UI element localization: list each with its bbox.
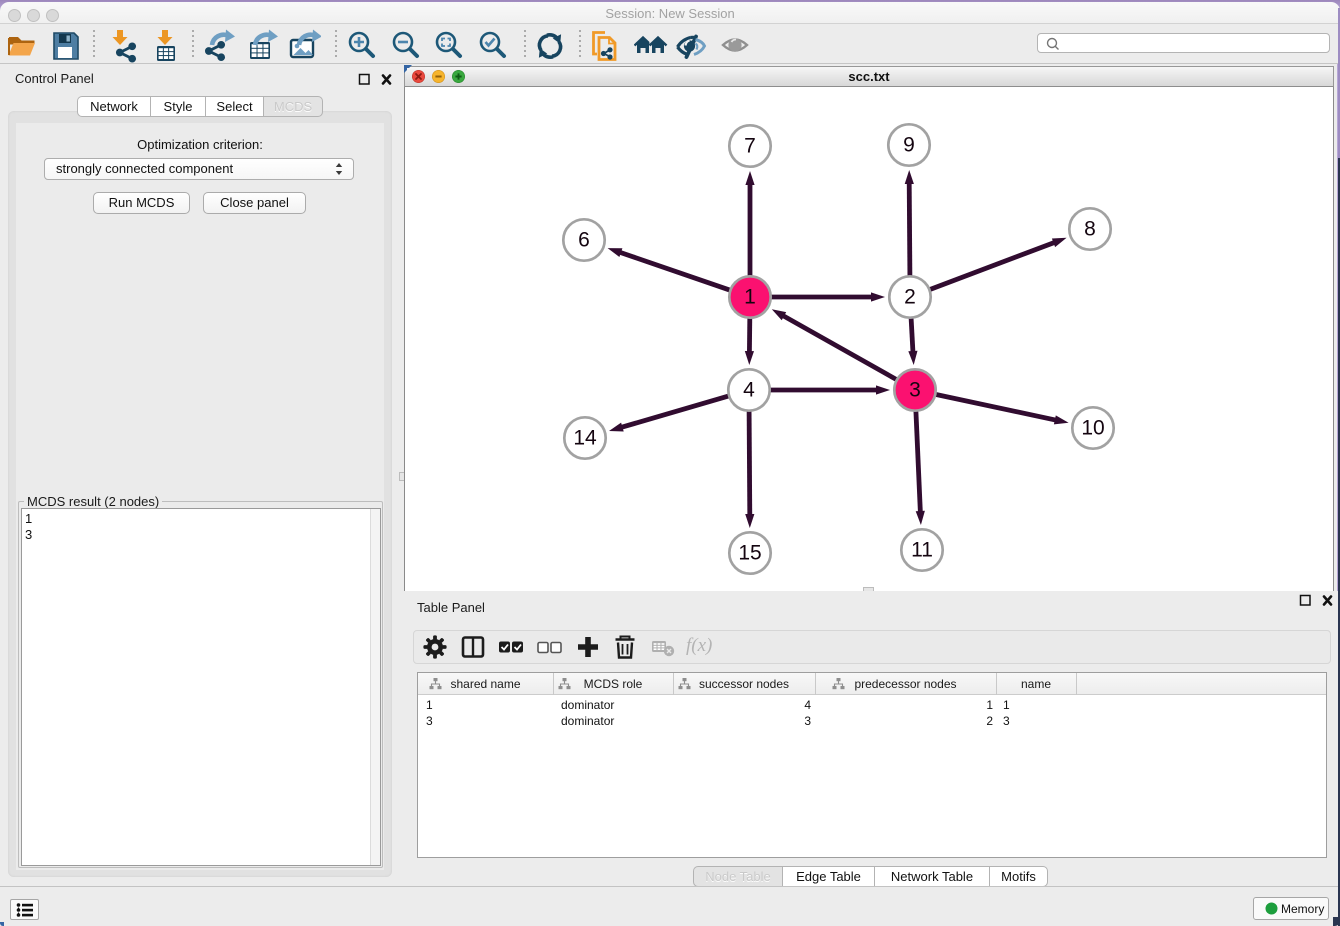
svg-text:8: 8 [1084,218,1096,241]
svg-text:3: 3 [909,379,921,402]
svg-text:9: 9 [903,134,915,157]
svg-text:1: 1 [744,286,756,309]
svg-text:11: 11 [911,539,933,562]
svg-text:14: 14 [573,427,597,450]
svg-text:7: 7 [744,135,756,158]
svg-text:2: 2 [904,286,916,309]
svg-text:6: 6 [578,229,590,252]
svg-text:15: 15 [738,542,761,565]
svg-text:4: 4 [743,379,755,402]
svg-text:10: 10 [1081,417,1104,440]
